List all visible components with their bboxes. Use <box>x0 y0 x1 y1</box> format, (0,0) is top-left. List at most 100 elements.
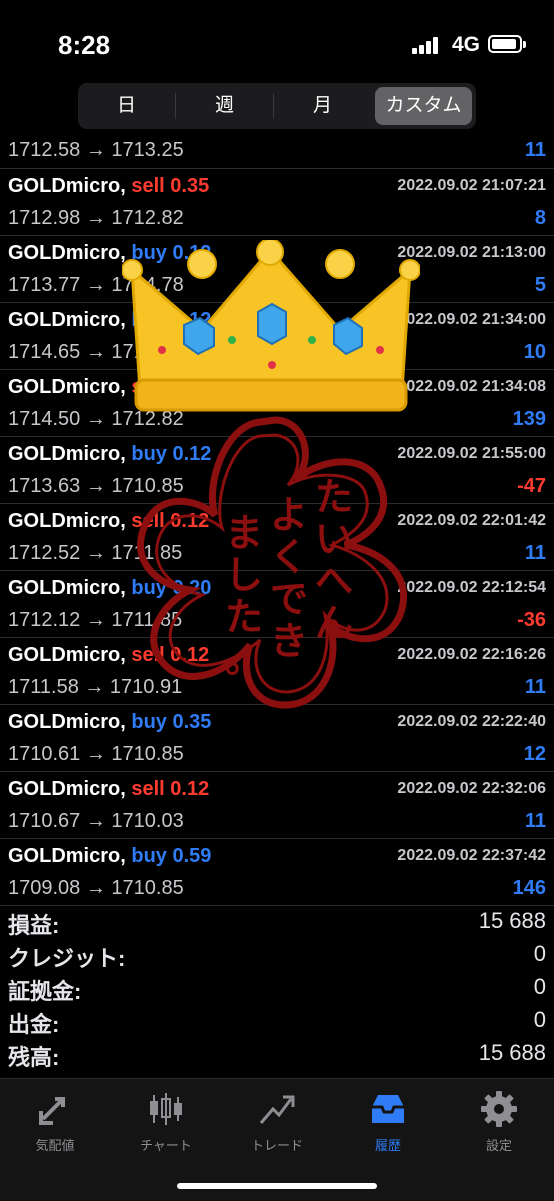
stamp-char: い <box>315 517 353 561</box>
stamp-char: き <box>270 619 308 663</box>
trade-profit: 146 <box>512 877 546 899</box>
tab-label: 履歴 <box>374 1138 401 1153</box>
candlestick-chart-icon <box>150 1093 182 1125</box>
gear-icon <box>481 1091 517 1127</box>
summary-label: クレジット: <box>8 946 126 971</box>
summary-value: 15 688 <box>478 908 546 933</box>
trade-volume: 0.59 <box>172 845 212 867</box>
trade-prices: 1710.67 → 1710.03 <box>8 810 184 832</box>
trade-symbol: GOLDmicro, <box>8 443 126 465</box>
trade-prices: 1709.08 → 1710.85 <box>8 877 184 899</box>
summary-value: 0 <box>533 941 546 966</box>
trade-title: GOLDmicro, sell 0.12 <box>8 778 209 801</box>
trade-profit: 11 <box>524 676 546 698</box>
trade-prices: 1712.58 → 1713.25 <box>8 139 184 161</box>
tab-history[interactable]: 履歴 <box>338 1089 438 1154</box>
trade-symbol: GOLDmicro, <box>8 778 126 800</box>
trade-symbol: GOLDmicro, <box>8 175 126 197</box>
trade-chart-icon <box>259 1095 295 1124</box>
stamp-char: し <box>225 553 263 597</box>
trade-side: sell <box>131 778 165 800</box>
trade-date: 2022.09.02 21:07:21 <box>397 177 546 194</box>
stamp-char: よ <box>270 493 308 537</box>
summary-value: 0 <box>533 974 546 999</box>
trade-volume: 0.35 <box>170 175 210 197</box>
trade-side: buy <box>131 845 167 867</box>
trade-symbol: GOLDmicro, <box>8 510 126 532</box>
tab-settings[interactable]: 設定 <box>449 1089 549 1154</box>
trade-symbol: GOLDmicro, <box>8 577 126 599</box>
trade-side: sell <box>131 175 165 197</box>
trade-symbol: GOLDmicro, <box>8 309 126 331</box>
trade-row-partial[interactable]: 1712.58 → 1713.25 11 <box>0 135 554 169</box>
tab-day[interactable]: 日 <box>78 83 175 129</box>
tab-label: 設定 <box>485 1138 512 1153</box>
summary-row: 出金: 0 <box>0 1004 554 1037</box>
battery-icon <box>488 35 526 53</box>
stamp-char: 。 <box>225 637 263 681</box>
tab-label: 気配値 <box>35 1138 75 1153</box>
stamp-char: く <box>270 535 308 579</box>
stamp-char: ま <box>225 511 263 555</box>
crown-sticker-icon <box>122 240 420 412</box>
account-summary: 損益: 15 688 クレジット: 0 証拠金: 0 出金: 0 残高: 15 688 <box>0 905 554 1070</box>
network-type: 4G <box>452 33 481 56</box>
trade-title: GOLDmicro, sell 0.35 <box>8 175 209 198</box>
trade-symbol: GOLDmicro, <box>8 376 126 398</box>
trade-row[interactable]: GOLDmicro, sell 0.12 2022.09.02 22:32:06 1… <box>0 772 554 839</box>
trade-profit: 139 <box>512 408 546 430</box>
trade-volume: 0.12 <box>170 778 210 800</box>
trade-date: 2022.09.02 22:32:06 <box>397 780 546 797</box>
cellular-signal-icon <box>412 36 442 54</box>
tab-trade[interactable]: トレード <box>227 1089 327 1154</box>
summary-value: 15 688 <box>478 1040 546 1065</box>
tab-month[interactable]: 月 <box>274 83 371 129</box>
tab-custom[interactable]: カスタム <box>375 87 472 125</box>
summary-label: 証拠金: <box>8 979 82 1004</box>
trade-profit: 11 <box>524 139 546 161</box>
trade-profit: -47 <box>517 475 546 497</box>
summary-label: 損益: <box>8 913 60 938</box>
status-time: 8:28 <box>58 30 111 60</box>
trade-title: GOLDmicro, buy 0.59 <box>8 845 211 868</box>
trade-profit: 11 <box>524 542 546 564</box>
trade-row[interactable]: GOLDmicro, sell 0.35 2022.09.02 21:07:21 1… <box>0 169 554 236</box>
stamp-char: ん <box>315 601 353 645</box>
tab-quotes[interactable]: 気配値 <box>5 1089 105 1154</box>
trade-prices: 1712.98 → 1712.82 <box>8 207 184 229</box>
trade-profit: 12 <box>523 743 546 765</box>
summary-label: 出金: <box>8 1012 60 1037</box>
stamp-char: た <box>315 475 353 519</box>
summary-row: 損益: 15 688 <box>0 905 554 938</box>
trade-symbol: GOLDmicro, <box>8 711 126 733</box>
history-inbox-icon <box>372 1095 404 1123</box>
trade-symbol: GOLDmicro, <box>8 644 126 666</box>
sakura-stamp-sticker: たいへんよくできました。 <box>137 416 408 709</box>
trade-row[interactable]: GOLDmicro, buy 0.59 2022.09.02 22:37:42 17… <box>0 839 554 906</box>
status-bar: 8:28 4G <box>0 0 554 80</box>
trade-profit: 10 <box>523 341 546 363</box>
trade-symbol: GOLDmicro, <box>8 845 126 867</box>
summary-label: 残高: <box>8 1045 60 1070</box>
summary-value: 0 <box>533 1007 546 1032</box>
trade-symbol: GOLDmicro, <box>8 242 126 264</box>
home-indicator <box>177 1183 377 1189</box>
trade-profit: 5 <box>534 274 546 296</box>
trade-date: 2022.09.02 22:37:42 <box>397 847 546 864</box>
bottom-tab-bar: 気配値 チャート トレード 履歴 設定 <box>0 1078 554 1201</box>
stamp-char: で <box>270 577 308 621</box>
summary-row: クレジット: 0 <box>0 938 554 971</box>
trade-profit: -36 <box>517 609 546 631</box>
period-segmented-control: 日 週 月 カスタム <box>78 83 476 129</box>
trade-prices: 1710.61 → 1710.85 <box>8 743 184 765</box>
stamp-char: へ <box>315 559 353 603</box>
summary-row: 残高: 15 688 <box>0 1037 554 1070</box>
stamp-char: た <box>225 595 263 639</box>
tab-week[interactable]: 週 <box>176 83 273 129</box>
trade-profit: 8 <box>534 207 546 229</box>
quotes-arrows-icon <box>39 1097 65 1125</box>
tab-chart[interactable]: チャート <box>116 1089 216 1154</box>
tab-label: トレード <box>250 1138 303 1153</box>
summary-row: 証拠金: 0 <box>0 971 554 1004</box>
tab-label: チャート <box>140 1138 192 1153</box>
